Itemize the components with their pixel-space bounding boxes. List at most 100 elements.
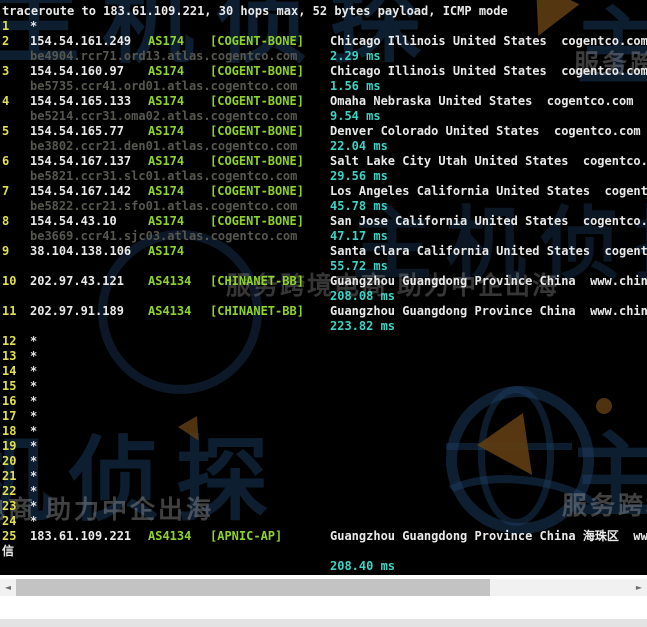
hop-timeout-star: * — [30, 514, 37, 529]
hop-asn: AS174 — [148, 94, 184, 109]
terminal-line: 7154.54.167.142AS174[COGENT-BONE]Los Ang… — [0, 184, 647, 199]
hop-network-tag: [COGENT-BONE] — [210, 34, 304, 49]
hop-ip-address: 202.97.43.121 — [30, 274, 124, 289]
hop-number: 17 — [2, 409, 16, 424]
hop-network-tag: [CHINANET-BB] — [210, 304, 304, 319]
hop-number: 6 — [2, 154, 9, 169]
terminal-line: be4904.rcr71.ord13.atlas.cogentco.com 2.2… — [0, 49, 647, 64]
hop-asn: AS174 — [148, 244, 184, 259]
terminal-line: 21* — [0, 469, 647, 484]
hop-asn: AS4134 — [148, 304, 191, 319]
terminal-line: 3154.54.160.97AS174[COGENT-BONE]Chicago … — [0, 64, 647, 79]
hop-hostname: be5822.ccr21.sfo01.atlas.cogentco.com — [30, 199, 297, 214]
terminal-line: 4154.54.165.133AS174[COGENT-BONE]Omaha N… — [0, 94, 647, 109]
traceroute-header-text: traceroute to 183.61.109.221, 30 hops ma… — [2, 4, 508, 19]
hop-latency: 47.17 ms — [330, 229, 388, 244]
hop-asn: AS174 — [148, 64, 184, 79]
hop-location: Salt Lake City Utah United States cogent… — [330, 154, 647, 169]
hop-network-tag: [CHINANET-BB] — [210, 274, 304, 289]
hop-number: 11 — [2, 304, 16, 319]
hop-location: Omaha Nebraska United States cogentco.co… — [330, 94, 633, 109]
terminal-line: 2154.54.161.249AS174[COGENT-BONE]Chicago… — [0, 34, 647, 49]
hop-network-tag: [APNIC-AP] — [210, 529, 282, 544]
hop-number: 5 — [2, 124, 9, 139]
hop-latency: 55.72 ms — [330, 259, 388, 274]
hop-number: 25 — [2, 529, 16, 544]
bottom-divider — [0, 619, 647, 627]
hop-ip-address: 154.54.161.249 — [30, 34, 131, 49]
hop-network-tag: [COGENT-BONE] — [210, 214, 304, 229]
terminal-line: be5214.ccr31.oma02.atlas.cogentco.com 9.5… — [0, 109, 647, 124]
terminal-line: 13* — [0, 349, 647, 364]
horizontal-scrollbar[interactable]: ◄ ► — [0, 579, 647, 596]
terminal-line: 208.08 ms — [0, 289, 647, 304]
terminal-output[interactable]: 主机侦探 主 服务跨境电商 助力中企出海 主机侦探 服务跨境电商 助力中企出海 … — [0, 0, 647, 575]
hop-location: Los Angeles California United States cog… — [330, 184, 647, 199]
hop-timeout-star: * — [30, 454, 37, 469]
hop-timeout-star: * — [30, 379, 37, 394]
terminal-line: 14* — [0, 364, 647, 379]
terminal-line: 20 * — [0, 454, 647, 469]
traceroute-window: 主机侦探 主 服务跨境电商 助力中企出海 主机侦探 服务跨境电商 助力中企出海 … — [0, 0, 647, 627]
terminal-line: 23* — [0, 499, 647, 514]
hop-number: 10 — [2, 274, 16, 289]
terminal-line: 11 202.97.91.189 AS4134 [CHINANET-BB] Guangz… — [0, 304, 647, 319]
scrollbar-left-arrow-icon[interactable]: ◄ — [0, 579, 16, 596]
hop-network-tag: [COGENT-BONE] — [210, 154, 304, 169]
hop-asn: AS4134 — [148, 529, 191, 544]
hop-location-wrapped-text: 信 — [2, 544, 14, 559]
hop-number: 21 — [2, 469, 16, 484]
hop-hostname: be5214.ccr31.oma02.atlas.cogentco.com — [30, 109, 297, 124]
hop-number: 7 — [2, 184, 9, 199]
hop-location: Chicago Illinois United States cogentco.… — [330, 64, 647, 79]
hop-timeout-star: * — [30, 394, 37, 409]
terminal-line: be5735.ccr41.ord01.atlas.cogentco.com 1.5… — [0, 79, 647, 94]
hop-location: Guangzhou Guangdong Province China 海珠区 w… — [330, 529, 647, 544]
hop-location: Denver Colorado United States cogentco.c… — [330, 124, 641, 139]
terminal-line: 17* — [0, 409, 647, 424]
terminal-line: 12* — [0, 334, 647, 349]
hop-ip-address: 154.54.160.97 — [30, 64, 124, 79]
terminal-line: 信 — [0, 544, 647, 559]
hop-hostname: be4904.rcr71.ord13.atlas.cogentco.com — [30, 49, 297, 64]
hop-latency: 208.40 ms — [330, 559, 395, 574]
hop-ip-address: 202.97.91.189 — [30, 304, 124, 319]
terminal-line: 24* — [0, 514, 647, 529]
hop-location: Santa Clara California United States cog… — [330, 244, 647, 259]
terminal-line: 22* — [0, 484, 647, 499]
hop-number: 4 — [2, 94, 9, 109]
hop-location: Guangzhou Guangdong Province China www.c… — [330, 304, 647, 319]
hop-network-tag: [COGENT-BONE] — [210, 94, 304, 109]
hop-ip-address: 154.54.165.77 — [30, 124, 124, 139]
hop-number: 12 — [2, 334, 16, 349]
hop-asn: AS174 — [148, 214, 184, 229]
hop-number: 19 — [2, 439, 16, 454]
terminal-line: 6154.54.167.137AS174[COGENT-BONE]Salt La… — [0, 154, 647, 169]
hop-timeout-star: * — [30, 439, 37, 454]
terminal-line: 25183.61.109.221AS4134[APNIC-AP]Guangzho… — [0, 529, 647, 544]
terminal-line: 15* — [0, 379, 647, 394]
hop-latency: 9.54 ms — [330, 109, 381, 124]
hop-location: Chicago Illinois United States cogentco.… — [330, 34, 647, 49]
hop-hostname: be5735.ccr41.ord01.atlas.cogentco.com — [30, 79, 297, 94]
scrollbar-right-arrow-icon[interactable]: ► — [631, 579, 647, 596]
terminal-line: 223.82 ms — [0, 319, 647, 334]
scrollbar-thumb[interactable] — [16, 579, 490, 596]
terminal-line: be5821.ccr31.slc01.atlas.cogentco.com29.… — [0, 169, 647, 184]
terminal-line: be5822.ccr21.sfo01.atlas.cogentco.com 45.… — [0, 199, 647, 214]
terminal-line: 55.72 ms — [0, 259, 647, 274]
hop-number: 22 — [2, 484, 16, 499]
hop-latency: 2.29 ms — [330, 49, 381, 64]
window-bottom-area: ◄ ► — [0, 575, 647, 627]
hop-number: 9 — [2, 244, 9, 259]
hop-number: 8 — [2, 214, 9, 229]
hop-latency: 45.78 ms — [330, 199, 388, 214]
hop-timeout-star: * — [30, 364, 37, 379]
hop-number: 16 — [2, 394, 16, 409]
hop-number: 20 — [2, 454, 16, 469]
hop-asn: AS174 — [148, 124, 184, 139]
hop-latency: 1.56 ms — [330, 79, 381, 94]
hop-timeout-star: * — [30, 499, 37, 514]
hop-network-tag: [COGENT-BONE] — [210, 184, 304, 199]
hop-ip-address: 38.104.138.106 — [30, 244, 131, 259]
